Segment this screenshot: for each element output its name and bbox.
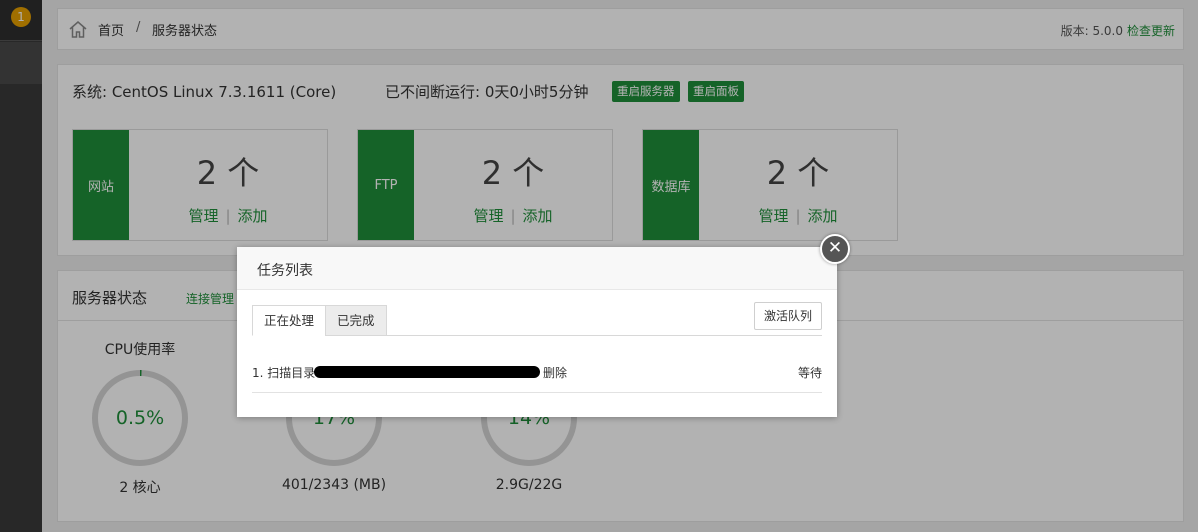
task-status: 等待: [797, 366, 822, 380]
tab-processing[interactable]: 正在处理: [252, 305, 327, 336]
task-row: 1. 扫描目录 删除 等待: [252, 364, 822, 393]
task-tabs: 正在处理 已完成: [252, 305, 822, 336]
close-icon[interactable]: ✕: [820, 234, 850, 264]
modal-title: 任务列表: [257, 263, 313, 279]
task-description: 1. 扫描目录: [252, 366, 316, 380]
task-list-modal: 任务列表 正在处理 已完成 激活队列 1. 扫描目录 删除 等待: [237, 247, 837, 417]
modal-header: 任务列表: [237, 247, 837, 290]
redacted-path: [314, 366, 540, 378]
task-delete-link[interactable]: 删除: [543, 364, 567, 381]
tab-done[interactable]: 已完成: [325, 305, 387, 336]
activate-queue-button[interactable]: 激活队列: [753, 302, 822, 330]
